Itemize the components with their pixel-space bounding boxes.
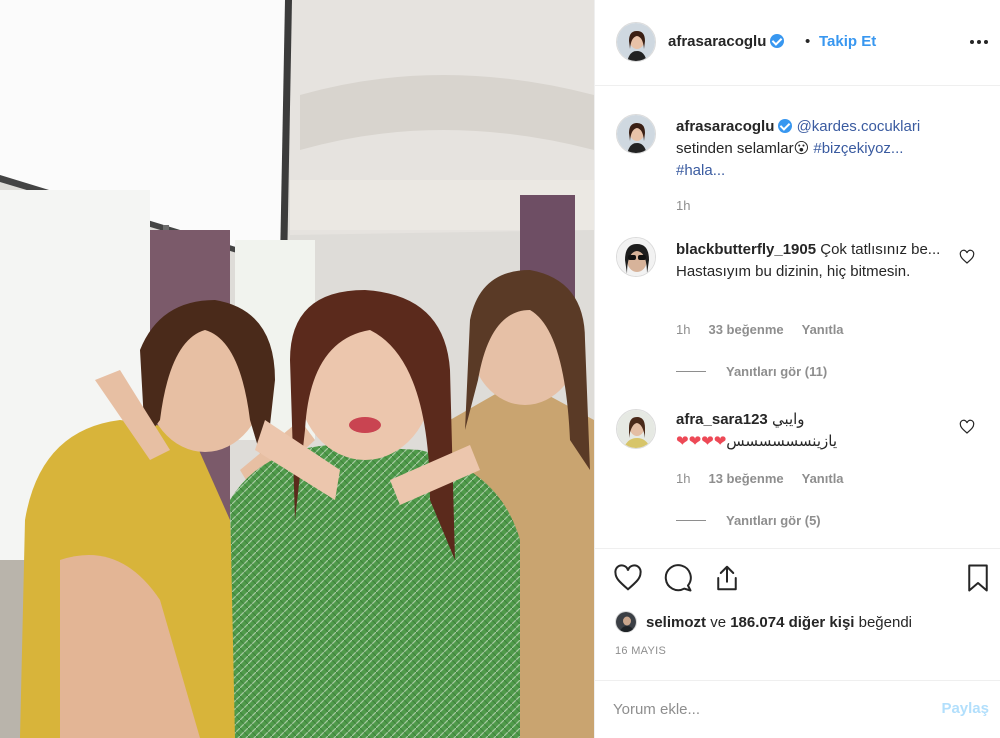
comment-body-line2: يازينسسسسسس (726, 433, 838, 450)
comment-meta: 1h 33 beğenme Yanıtla (676, 322, 844, 337)
comment-avatar-image (617, 410, 655, 448)
add-comment-bar: Paylaş (595, 680, 1000, 738)
comment-time[interactable]: 1h (676, 322, 690, 337)
comment-body: وايبي (771, 411, 805, 428)
comment: afra_sara123 وايبي ❤❤❤❤يازينسسسسسس (676, 409, 946, 453)
likes-count-button[interactable]: 186.074 diğer kişi (730, 614, 854, 631)
share-icon[interactable] (712, 563, 742, 593)
post-actions: selimozt ve 186.074 diğer kişi beğendi 1… (595, 548, 1000, 680)
more-horizontal-icon[interactable] (967, 30, 991, 54)
more-dot (984, 40, 988, 44)
post-comment-button[interactable]: Paylaş (941, 700, 989, 717)
author-username[interactable]: afrasaracoglu (668, 33, 785, 50)
caption-username[interactable]: afrasaracoglu (676, 118, 774, 135)
verified-badge-icon (770, 34, 785, 48)
caption-avatar-image (617, 115, 655, 153)
caption-avatar[interactable] (616, 114, 656, 154)
author-avatar[interactable] (616, 22, 656, 62)
comment-username[interactable]: blackbutterfly_1905 (676, 241, 816, 258)
liked-by-connector: ve (710, 613, 727, 631)
comment-time[interactable]: 1h (676, 471, 690, 486)
post-sidebar: afrasaracoglu • Takip Et afrasaracoglu @… (594, 0, 1000, 738)
caption-text: setinden selamlar (676, 140, 794, 157)
view-replies-button[interactable]: Yanıtları gör (5) (676, 513, 821, 528)
caption-time[interactable]: 1h (676, 198, 690, 213)
comment-like-heart-icon[interactable] (959, 249, 975, 265)
follow-button[interactable]: Takip Et (819, 33, 876, 50)
author-avatar-image (617, 23, 655, 61)
liked-by-line: selimozt ve 186.074 diğer kişi beğendi (615, 611, 912, 633)
replies-divider-line (676, 520, 706, 521)
comment-username[interactable]: afra_sara123 (676, 411, 768, 428)
replies-divider-line (676, 371, 706, 372)
post-date[interactable]: 16 MAYIS (615, 645, 666, 657)
comment-likes[interactable]: 33 beğenme (708, 322, 783, 337)
post-photo[interactable] (0, 0, 594, 738)
comment-icon[interactable] (663, 563, 693, 593)
comment-input[interactable] (613, 697, 913, 721)
reply-button[interactable]: Yanıtla (802, 471, 844, 486)
comment: blackbutterfly_1905 Çok tatlısınız be...… (676, 239, 946, 283)
bookmark-icon[interactable] (963, 563, 993, 593)
verified-badge-icon (778, 119, 793, 133)
heart-icon[interactable] (613, 563, 643, 593)
caption-emoji: 😮 (793, 140, 810, 157)
more-dot (977, 40, 981, 44)
author-username-text[interactable]: afrasaracoglu (668, 33, 766, 50)
reply-button[interactable]: Yanıtla (802, 322, 844, 337)
comments-list[interactable]: afrasaracoglu @kardes.cocuklari setinden… (595, 87, 1000, 547)
comment-avatar-image (617, 238, 655, 276)
liker-username[interactable]: selimozt (646, 614, 706, 631)
liked-by-suffix: beğendi (858, 613, 913, 631)
selfie-image (0, 0, 594, 738)
header-separator: • (805, 33, 811, 50)
more-dot (970, 40, 974, 44)
post-caption: afrasaracoglu @kardes.cocuklari setinden… (676, 116, 976, 182)
liker-avatar-image (616, 612, 636, 632)
view-replies-label[interactable]: Yanıtları gör (5) (726, 513, 821, 528)
comment-likes[interactable]: 13 beğenme (708, 471, 783, 486)
view-replies-label[interactable]: Yanıtları gör (11) (726, 364, 827, 379)
view-replies-button[interactable]: Yanıtları gör (11) (676, 364, 827, 379)
post-header: afrasaracoglu • Takip Et (595, 0, 1000, 86)
comment-hearts: ❤❤❤❤ (676, 433, 727, 450)
comment-avatar[interactable] (616, 409, 656, 449)
caption-hashtag[interactable]: #hala... (676, 162, 725, 179)
caption-hashtag[interactable]: #bizçekiyoz... (813, 140, 903, 157)
liker-avatar[interactable] (615, 611, 637, 633)
comment-like-heart-icon[interactable] (959, 419, 975, 435)
comment-avatar[interactable] (616, 237, 656, 277)
comment-meta: 1h 13 beğenme Yanıtla (676, 471, 844, 486)
caption-mention[interactable]: @kardes.cocuklari (797, 118, 921, 135)
